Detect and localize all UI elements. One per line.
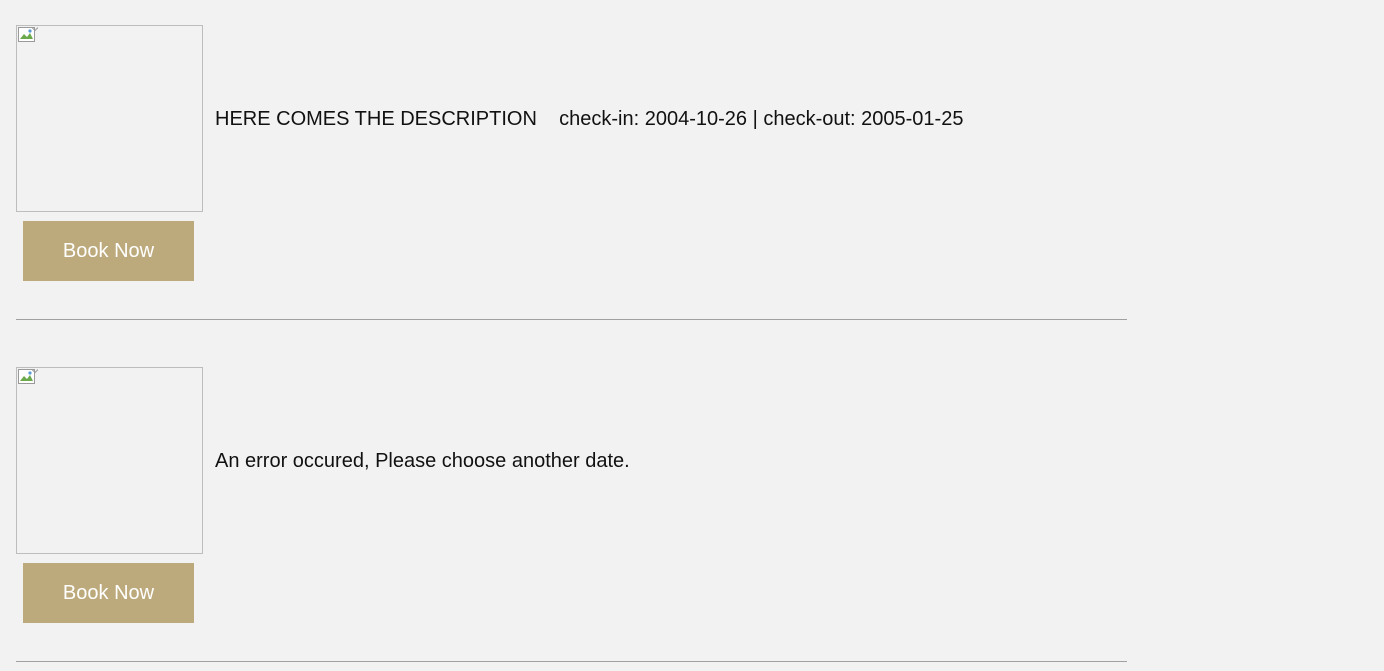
listing-description: HERE COMES THE DESCRIPTION check-in: 200… bbox=[215, 107, 964, 130]
divider bbox=[16, 661, 1127, 662]
book-now-button[interactable]: Book Now bbox=[23, 563, 194, 623]
listing-row: An error occured, Please choose another … bbox=[16, 367, 1127, 554]
book-now-button[interactable]: Book Now bbox=[23, 221, 194, 281]
broken-image-icon bbox=[18, 27, 38, 42]
listing-error-message: An error occured, Please choose another … bbox=[215, 449, 630, 472]
divider bbox=[16, 319, 1127, 320]
listing-item: HERE COMES THE DESCRIPTION check-in: 200… bbox=[16, 25, 1127, 281]
listing-image bbox=[16, 367, 203, 554]
listing-image bbox=[16, 25, 203, 212]
listing-item: An error occured, Please choose another … bbox=[16, 367, 1127, 623]
listing-row: HERE COMES THE DESCRIPTION check-in: 200… bbox=[16, 25, 1127, 212]
broken-image-icon bbox=[18, 369, 38, 384]
